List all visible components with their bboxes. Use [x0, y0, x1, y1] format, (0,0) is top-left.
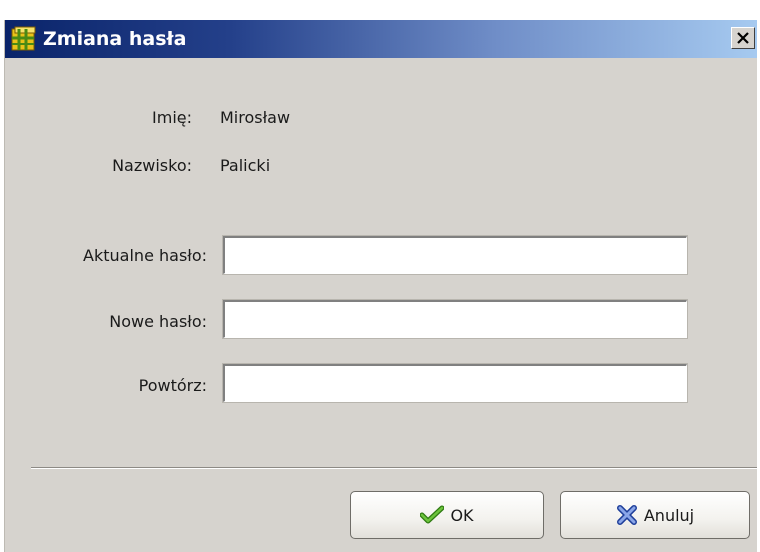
close-button[interactable] [731, 27, 755, 49]
cancel-button[interactable]: Anuluj [560, 491, 750, 539]
current-password-label: Aktualne hasło: [83, 246, 207, 265]
last-name-value: Palicki [220, 156, 271, 175]
window-title: Zmiana hasła [43, 28, 187, 50]
change-password-dialog: Zmiana hasła Imię: Mirosław Nazwisko: Pa… [4, 20, 757, 552]
current-password-field[interactable] [222, 235, 688, 275]
first-name-label: Imię: [152, 108, 192, 127]
repeat-password-field[interactable] [222, 363, 688, 403]
check-icon [420, 505, 445, 524]
title-bar[interactable]: Zmiana hasła [5, 20, 757, 58]
cross-icon [616, 505, 637, 525]
last-name-label: Nazwisko: [112, 156, 192, 175]
new-password-label: Nowe hasło: [109, 312, 207, 331]
ok-button-label: OK [450, 505, 474, 525]
new-password-field[interactable] [222, 299, 688, 339]
first-name-value: Mirosław [220, 108, 291, 127]
separator [31, 467, 757, 469]
close-icon [737, 32, 749, 44]
repeat-password-label: Powtórz: [138, 376, 207, 395]
cancel-button-label: Anuluj [643, 505, 695, 525]
ok-button[interactable]: OK [350, 491, 544, 539]
app-icon [11, 26, 37, 52]
